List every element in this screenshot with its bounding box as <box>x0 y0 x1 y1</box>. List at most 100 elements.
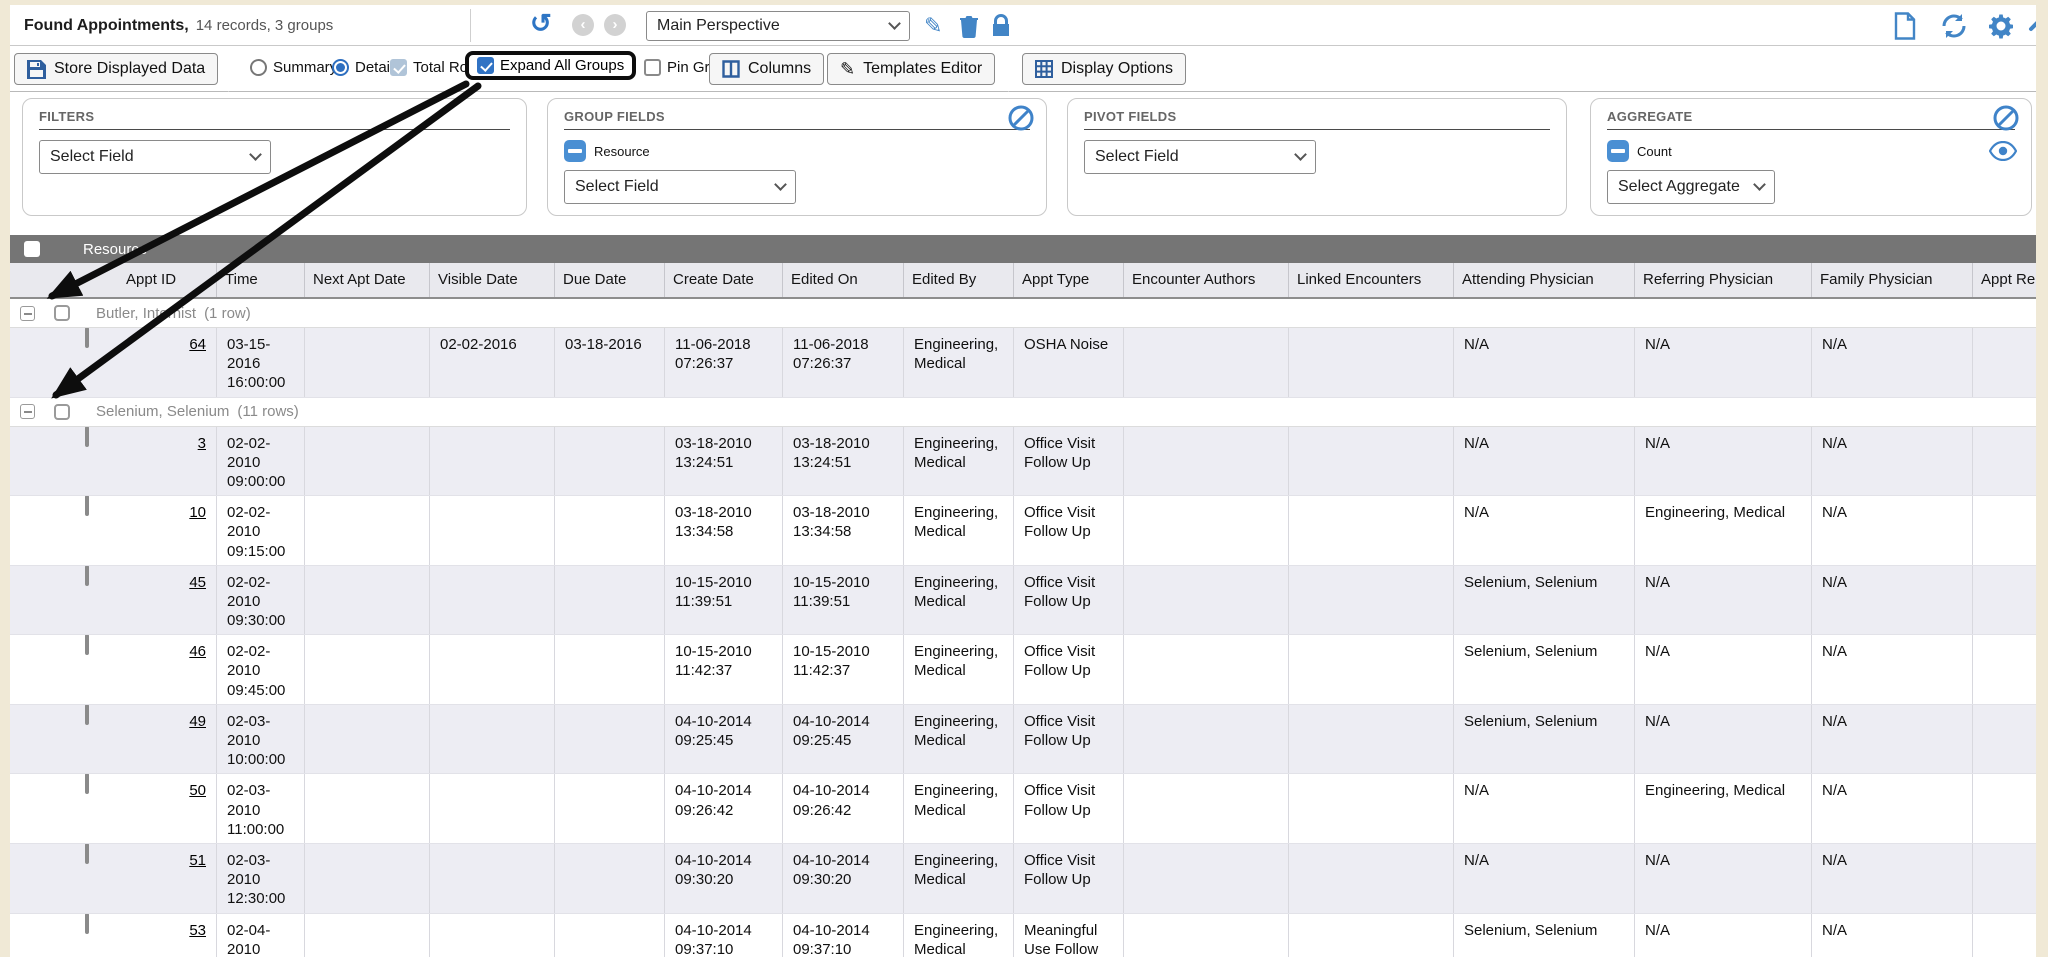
cell-visible_date <box>430 427 555 496</box>
pivot-fields-panel: PIVOT FIELDS Select Field <box>1067 98 1567 216</box>
column-header-appt_reason[interactable]: Appt Re <box>1973 263 2036 297</box>
display-options-button[interactable]: Display Options <box>1022 53 1186 85</box>
cell-visible_date <box>430 635 555 704</box>
row-checkbox[interactable] <box>85 774 89 794</box>
appt-id-link[interactable]: 3 <box>198 435 206 452</box>
column-header-visible_date[interactable]: Visible Date <box>430 263 555 297</box>
edit-perspective-icon[interactable]: ✎ <box>924 14 948 38</box>
column-header-create_date[interactable]: Create Date <box>665 263 783 297</box>
row-checkbox[interactable] <box>85 844 89 864</box>
delete-perspective-icon[interactable] <box>958 14 982 38</box>
cell-due_date <box>555 914 665 957</box>
row-checkbox[interactable] <box>85 705 89 725</box>
row-checkbox[interactable] <box>85 914 89 934</box>
appt-id-link[interactable]: 10 <box>189 504 206 521</box>
column-header-family_physician[interactable]: Family Physician <box>1812 263 1973 297</box>
cell-linked_encounters <box>1289 774 1454 843</box>
templates-editor-button[interactable]: ✎ Templates Editor <box>827 53 995 85</box>
cell-edited_on: 10-15-2010 11:39:51 <box>783 566 904 635</box>
appt-id-link[interactable]: 45 <box>189 574 206 591</box>
column-header-edited_by[interactable]: Edited By <box>904 263 1014 297</box>
group-checkbox[interactable] <box>54 305 70 321</box>
detail-radio[interactable] <box>332 59 349 76</box>
cell-appt_id: 50 <box>118 774 217 843</box>
cell-attending_physician: N/A <box>1454 328 1635 397</box>
group-collapse-toggle[interactable] <box>20 404 35 419</box>
content-area: Found Appointments, 14 records, 3 groups… <box>10 5 2036 957</box>
expand-all-groups-checkbox[interactable] <box>477 57 494 74</box>
columns-button[interactable]: Columns <box>709 53 824 85</box>
remove-aggregate-icon[interactable] <box>1607 140 1629 162</box>
cell-time: 02-03-2010 12:30:00 <box>217 844 305 913</box>
nav-back-icon[interactable]: ‹ <box>572 14 594 36</box>
nav-forward-icon[interactable]: › <box>604 14 626 36</box>
table-row: 5102-03-2010 12:30:0004-10-2014 09:30:20… <box>10 844 2036 914</box>
column-header-edited_on[interactable]: Edited On <box>783 263 904 297</box>
cell-edited_by: Engineering, Medical <box>904 328 1014 397</box>
group-row: Selenium, Selenium(11 rows) <box>10 398 2036 427</box>
pivot-fields-select[interactable]: Select Field <box>1084 140 1316 174</box>
row-checkbox[interactable] <box>85 328 89 348</box>
lock-perspective-icon[interactable] <box>990 14 1014 38</box>
column-header-appt_type[interactable]: Appt Type <box>1014 263 1124 297</box>
cell-family_physician: N/A <box>1812 635 1973 704</box>
group-fields-panel: GROUP FIELDS Resource Select Field <box>547 98 1047 216</box>
settings-gear-icon[interactable] <box>1987 12 2011 36</box>
row-checkbox[interactable] <box>85 427 89 447</box>
cell-create_date: 03-18-2010 13:34:58 <box>665 496 783 565</box>
filters-panel: FILTERS Select Field <box>22 98 527 216</box>
appt-id-link[interactable]: 49 <box>189 713 206 730</box>
column-header-time[interactable]: Time <box>217 263 305 297</box>
collapse-panel-icon[interactable] <box>2027 12 2036 36</box>
summary-radio[interactable] <box>250 59 267 76</box>
row-checkbox[interactable] <box>85 635 89 655</box>
group-checkbox[interactable] <box>54 404 70 420</box>
cell-attending_physician: Selenium, Selenium <box>1454 566 1635 635</box>
row-select-cell <box>10 427 118 496</box>
clear-aggregate-icon[interactable] <box>1993 105 2019 131</box>
clear-group-fields-icon[interactable] <box>1008 105 1034 131</box>
cell-visible_date <box>430 774 555 843</box>
row-select-cell <box>10 566 118 635</box>
new-document-icon[interactable] <box>1893 12 1917 36</box>
column-header-next_apt_date[interactable]: Next Apt Date <box>305 263 430 297</box>
appt-id-link[interactable]: 46 <box>189 643 206 660</box>
appt-id-link[interactable]: 51 <box>189 852 206 869</box>
cell-edited_on: 03-18-2010 13:24:51 <box>783 427 904 496</box>
filters-field-select[interactable]: Select Field <box>39 140 271 174</box>
cell-appt_reason <box>1973 328 2036 397</box>
column-header-referring_physician[interactable]: Referring Physician <box>1635 263 1812 297</box>
row-checkbox[interactable] <box>85 566 89 586</box>
column-header-attending_physician[interactable]: Attending Physician <box>1454 263 1635 297</box>
visibility-eye-icon[interactable] <box>1989 141 2017 161</box>
table-row: 4602-02-2010 09:45:0010-15-2010 11:42:37… <box>10 635 2036 705</box>
cell-linked_encounters <box>1289 705 1454 774</box>
appt-id-link[interactable]: 50 <box>189 782 206 799</box>
column-header-linked_encounters[interactable]: Linked Encounters <box>1289 263 1454 297</box>
cell-due_date <box>555 635 665 704</box>
refresh-icon[interactable] <box>1940 12 1964 36</box>
filters-panel-title: FILTERS <box>39 109 510 130</box>
group-collapse-toggle[interactable] <box>20 306 35 321</box>
total-row-checkbox[interactable] <box>390 59 407 76</box>
column-header-appt_id[interactable]: Appt ID <box>118 263 217 297</box>
cell-next_apt_date <box>305 774 430 843</box>
cell-next_apt_date <box>305 496 430 565</box>
cell-time: 02-03-2010 11:00:00 <box>217 774 305 843</box>
aggregate-select[interactable]: Select Aggregate <box>1607 170 1775 204</box>
undo-icon[interactable]: ↺ <box>530 8 552 39</box>
cell-linked_encounters <box>1289 328 1454 397</box>
remove-field-icon[interactable] <box>564 140 586 162</box>
cell-edited_by: Engineering, Medical <box>904 635 1014 704</box>
column-header-due_date[interactable]: Due Date <box>555 263 665 297</box>
group-fields-select[interactable]: Select Field <box>564 170 796 204</box>
row-checkbox[interactable] <box>85 496 89 516</box>
select-all-checkbox[interactable] <box>24 241 40 257</box>
column-header-encounter_authors[interactable]: Encounter Authors <box>1124 263 1289 297</box>
appt-id-link[interactable]: 53 <box>189 922 206 939</box>
store-displayed-data-button[interactable]: Store Displayed Data <box>14 53 218 85</box>
pin-groups-checkbox[interactable] <box>644 59 661 76</box>
cell-appt_id: 10 <box>118 496 217 565</box>
appt-id-link[interactable]: 64 <box>189 336 206 353</box>
perspective-select[interactable]: Main Perspective <box>646 11 910 41</box>
